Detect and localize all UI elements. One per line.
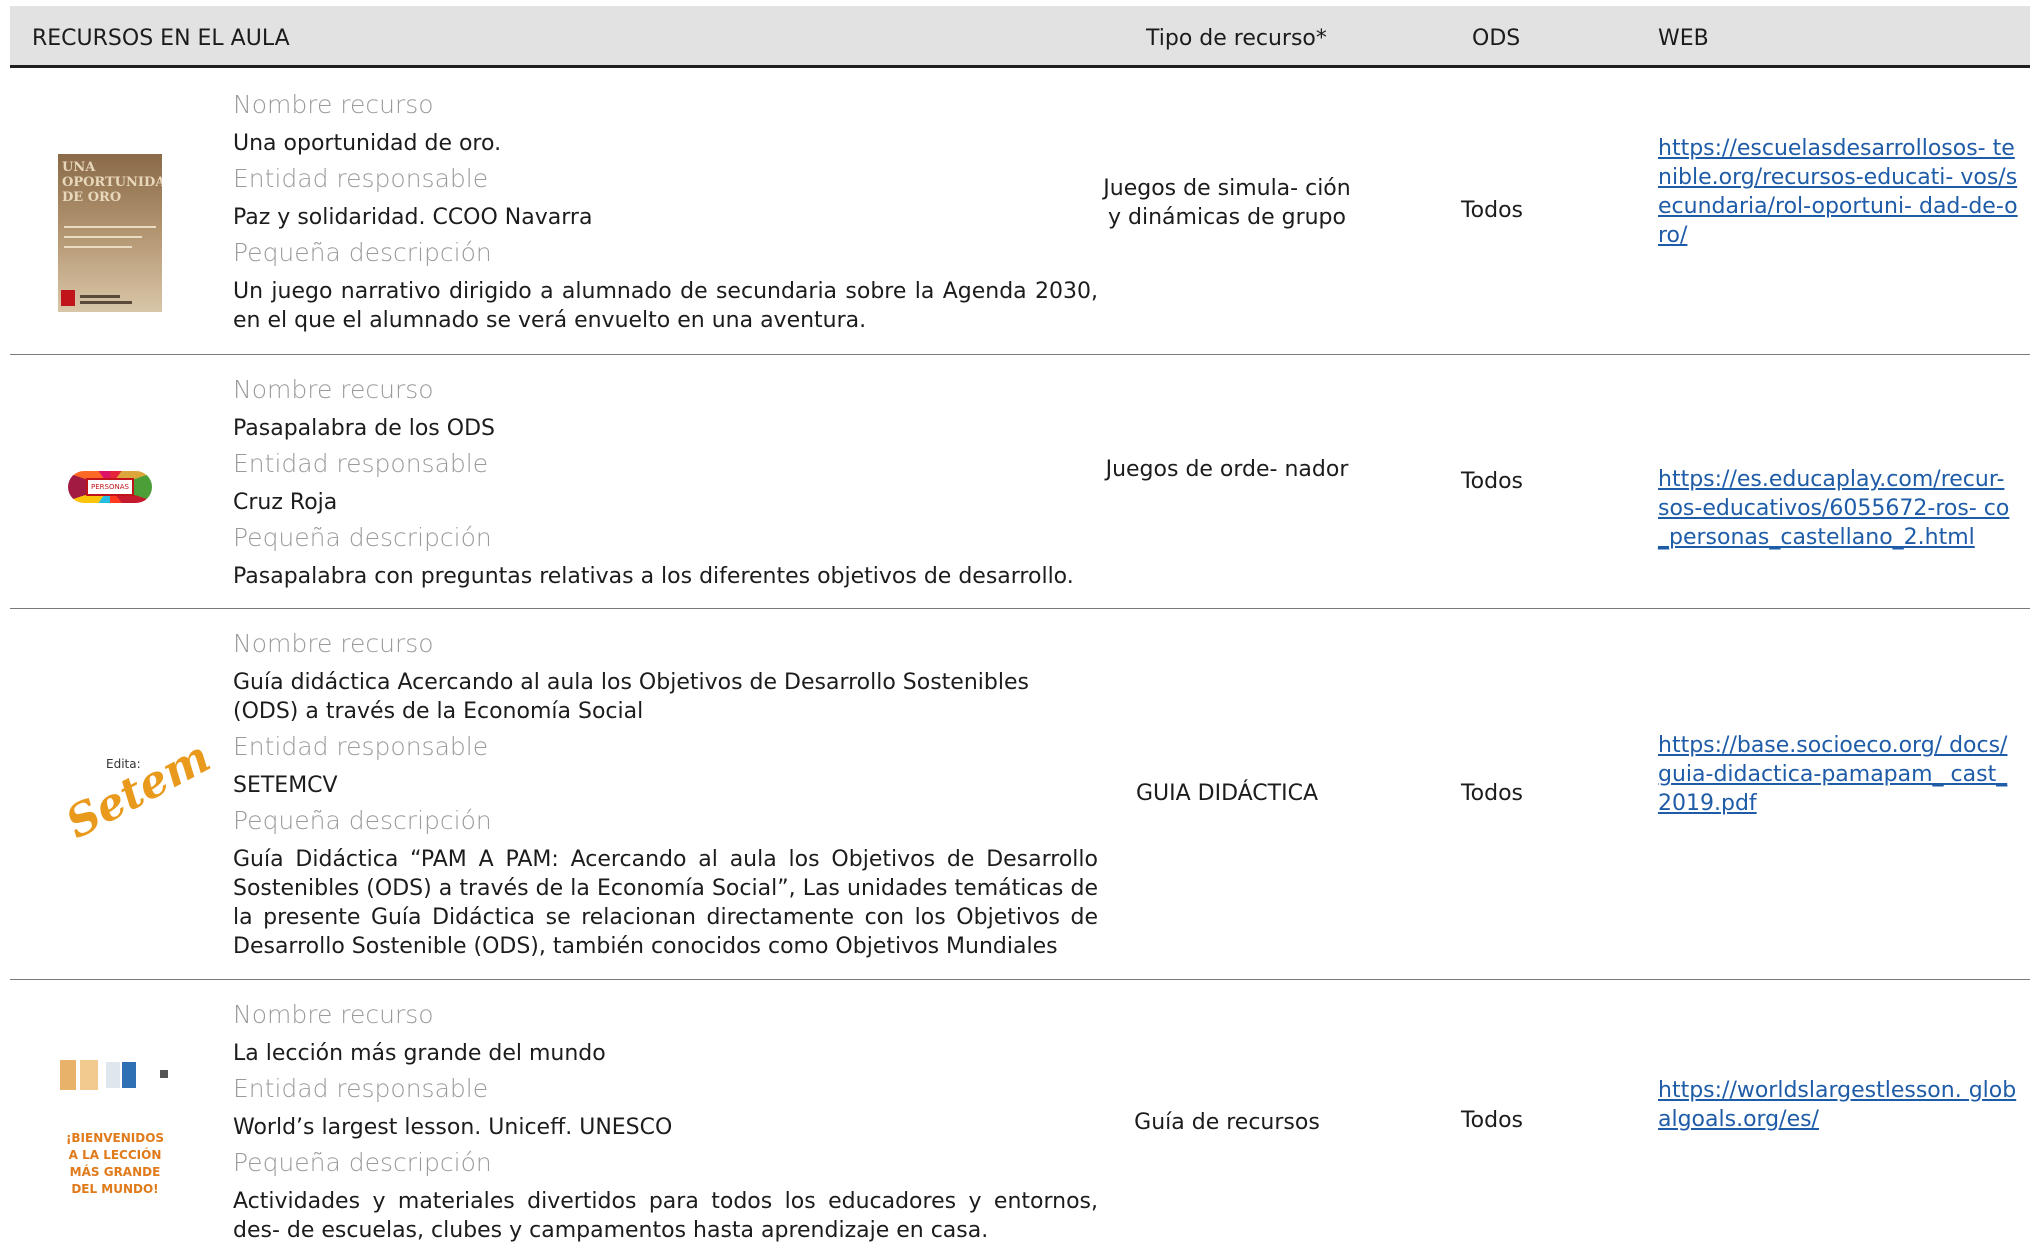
resource-web: https://es.educaplay.com/recur- sos-educ…	[1658, 465, 2018, 552]
thumbnail-title: UNA OPORTUNIDAD DE ORO	[62, 160, 162, 205]
header-resources: RECURSOS EN EL AULA	[32, 26, 290, 51]
thumbnail-title: ¡BIENVENIDOS A LA LECCIÓN MÁS GRANDE DEL…	[65, 1131, 165, 1196]
table-row: Edita: Setem Nombre recurso Guía didácti…	[10, 609, 2030, 980]
label-resource-name: Nombre recurso	[233, 375, 434, 404]
resource-thumbnail: ¡BIENVENIDOS A LA LECCIÓN MÁS GRANDE DEL…	[60, 1060, 180, 1196]
resource-web: https://base.socioeco.org/ docs/guia-did…	[1658, 731, 2018, 818]
table-row: ¡BIENVENIDOS A LA LECCIÓN MÁS GRANDE DEL…	[10, 980, 2030, 1257]
label-description: Pequeña descripción	[233, 238, 492, 267]
resource-web: https://escuelasdesarrollosos- tenible.o…	[1658, 134, 2018, 250]
table-header: RECURSOS EN EL AULA Tipo de recurso* ODS…	[10, 6, 2030, 68]
resource-thumbnail: Edita: Setem	[58, 731, 218, 887]
table-row: PERSONAS 1 Nombre recurso Pasapalabra de…	[10, 355, 2030, 609]
resource-link[interactable]: https://worldslargestlesson. globalgoals…	[1658, 1078, 2016, 1132]
resource-description: Actividades y materiales divertidos para…	[233, 1189, 1098, 1243]
resource-description: Pasapalabra con preguntas relativas a lo…	[233, 564, 1074, 589]
table-row: UNA OPORTUNIDAD DE ORO Nombre recurso Un…	[10, 70, 2030, 355]
label-resource-name: Nombre recurso	[233, 1000, 434, 1029]
header-type: Tipo de recurso*	[1146, 26, 1327, 51]
label-description: Pequeña descripción	[233, 523, 492, 552]
label-entity: Entidad responsable	[233, 732, 489, 761]
resource-info: Nombre recurso La lección más grande del…	[233, 996, 1098, 1251]
label-resource-name: Nombre recurso	[233, 629, 434, 658]
resource-ods: Todos	[1460, 469, 1524, 494]
resource-type: GUIA DIDÁCTICA	[1135, 781, 1319, 806]
thumbnail-title: PERSONAS 1	[86, 478, 134, 496]
resource-link[interactable]: https://base.socioeco.org/ docs/guia-did…	[1658, 733, 2007, 816]
resource-description: Guía Didáctica “PAM A PAM: Acercando al …	[233, 847, 1098, 959]
resource-type: Juegos de simula- ción y dinámicas de gr…	[1103, 176, 1351, 230]
resource-name: Guía didáctica Acercando al aula los Obj…	[233, 670, 1029, 724]
label-description: Pequeña descripción	[233, 1148, 492, 1177]
resource-name: Pasapalabra de los ODS	[233, 416, 495, 441]
resource-name: La lección más grande del mundo	[233, 1041, 606, 1066]
label-entity: Entidad responsable	[233, 449, 489, 478]
resource-info: Nombre recurso Una oportunidad de oro. E…	[233, 86, 1098, 341]
resource-link[interactable]: https://escuelasdesarrollosos- tenible.o…	[1658, 136, 2018, 248]
resource-ods: Todos	[1460, 1108, 1524, 1133]
resource-web: https://worldslargestlesson. globalgoals…	[1658, 1076, 2018, 1134]
resource-ods: Todos	[1460, 198, 1524, 223]
label-entity: Entidad responsable	[233, 164, 489, 193]
resource-name: Una oportunidad de oro.	[233, 131, 502, 156]
resource-description: Un juego narrativo dirigido a alumnado d…	[233, 279, 1098, 333]
resource-thumbnail: PERSONAS 1	[68, 463, 152, 509]
resource-entity: Cruz Roja	[233, 490, 338, 515]
resource-entity: World’s largest lesson. Uniceff. UNESCO	[233, 1115, 673, 1140]
header-web: WEB	[1658, 26, 1709, 51]
label-resource-name: Nombre recurso	[233, 90, 434, 119]
resource-thumbnail: UNA OPORTUNIDAD DE ORO	[58, 154, 162, 312]
resource-info: Nombre recurso Guía didáctica Acercando …	[233, 625, 1098, 967]
resource-type: Juegos de orde- nador	[1105, 457, 1349, 482]
header-ods: ODS	[1472, 26, 1521, 51]
label-entity: Entidad responsable	[233, 1074, 489, 1103]
setem-logo: Setem	[58, 731, 219, 850]
resource-type: Guía de recursos	[1134, 1110, 1320, 1135]
resource-info: Nombre recurso Pasapalabra de los ODS En…	[233, 371, 1098, 597]
resource-ods: Todos	[1460, 781, 1524, 806]
resource-link[interactable]: https://es.educaplay.com/recur- sos-educ…	[1658, 467, 2009, 550]
resource-entity: SETEMCV	[233, 773, 338, 798]
resource-entity: Paz y solidaridad. CCOO Navarra	[233, 205, 593, 230]
label-description: Pequeña descripción	[233, 806, 492, 835]
